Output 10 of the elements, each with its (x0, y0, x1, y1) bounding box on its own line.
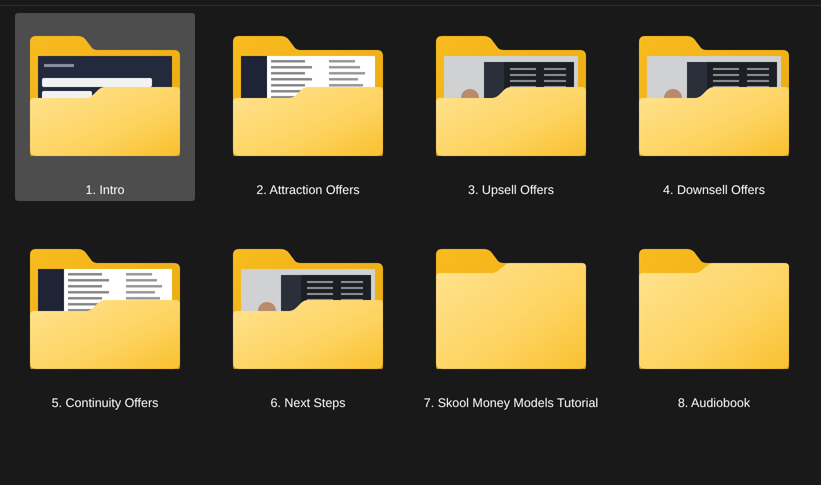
folder-icon (436, 249, 586, 369)
folder-item[interactable]: 1. Intro (15, 13, 195, 201)
folder-item[interactable]: 4. Downsell Offers (624, 13, 804, 201)
folder-item[interactable]: 2. Attraction Offers (218, 13, 398, 201)
folder-item[interactable]: 6. Next Steps (218, 226, 398, 414)
folder-item[interactable]: 5. Continuity Offers (15, 226, 195, 414)
folder-item[interactable]: 8. Audiobook (624, 226, 804, 414)
folder-icon (639, 249, 789, 369)
folder-item[interactable]: 7. Skool Money Models Tutorial (421, 226, 601, 414)
folder-item[interactable]: 3. Upsell Offers (421, 13, 601, 201)
